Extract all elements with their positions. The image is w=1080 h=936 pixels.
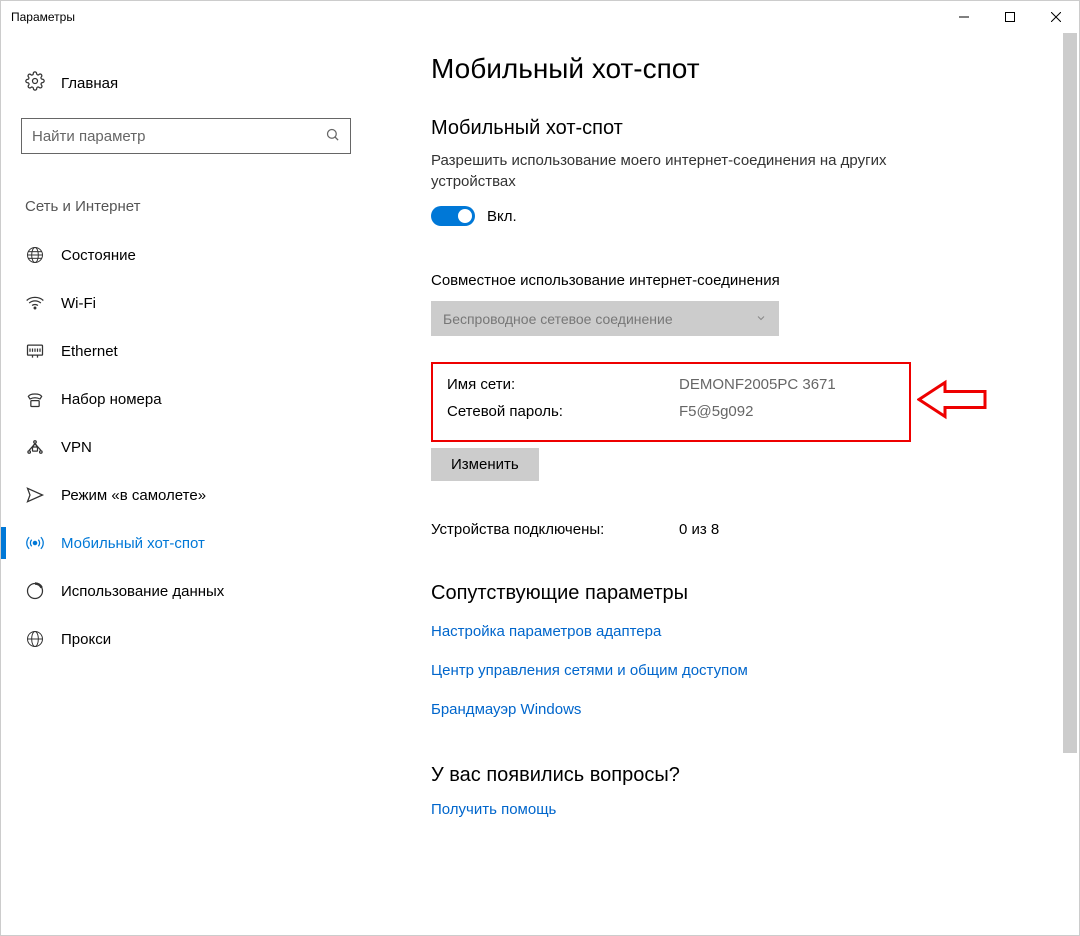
network-pass-value: F5@5g092	[679, 403, 753, 420]
link-adapter-settings[interactable]: Настройка параметров адаптера	[431, 623, 1049, 640]
devices-label: Устройства подключены:	[431, 521, 679, 538]
sidebar-item-hotspot[interactable]: Мобильный хот-спот	[1, 521, 311, 565]
edit-button[interactable]: Изменить	[431, 448, 539, 481]
wifi-icon	[25, 293, 45, 313]
network-name-value: DEMONF2005PC 3671	[679, 376, 836, 393]
ethernet-icon	[25, 341, 45, 361]
connection-dropdown[interactable]: Беспроводное сетевое соединение	[431, 301, 779, 336]
sidebar: Главная Сеть и Интернет Состояние Wi-Fi …	[1, 33, 311, 935]
sidebar-item-vpn[interactable]: VPN	[1, 425, 311, 469]
sidebar-item-label: Режим «в самолете»	[61, 487, 206, 504]
close-icon	[1051, 12, 1061, 22]
minimize-icon	[959, 12, 969, 22]
hotspot-title: Мобильный хот-спот	[431, 117, 1049, 140]
sidebar-item-dialup[interactable]: Набор номера	[1, 377, 311, 421]
maximize-icon	[1005, 12, 1015, 22]
vpn-icon	[25, 437, 45, 457]
minimize-button[interactable]	[941, 1, 987, 33]
related-title: Сопутствующие параметры	[431, 582, 1049, 605]
scrollbar[interactable]	[1063, 33, 1077, 935]
category-label: Сеть и Интернет	[21, 190, 311, 223]
devices-value: 0 из 8	[679, 521, 719, 538]
home-label: Главная	[61, 75, 118, 92]
sidebar-item-label: Мобильный хот-спот	[61, 535, 205, 552]
arrow-annotation	[917, 379, 989, 426]
link-get-help[interactable]: Получить помощь	[431, 801, 1049, 818]
sidebar-item-label: Состояние	[61, 247, 136, 264]
maximize-button[interactable]	[987, 1, 1033, 33]
sidebar-item-label: VPN	[61, 439, 92, 456]
airplane-icon	[25, 485, 45, 505]
sidebar-item-status[interactable]: Состояние	[1, 233, 311, 277]
globe-wire-icon	[25, 245, 45, 265]
devices-row: Устройства подключены: 0 из 8	[431, 521, 1049, 538]
share-label: Совместное использование интернет-соедин…	[431, 272, 1049, 289]
network-pass-label: Сетевой пароль:	[447, 403, 679, 420]
network-info-highlight: Имя сети: DEMONF2005PC 3671 Сетевой паро…	[431, 362, 911, 442]
sidebar-item-label: Прокси	[61, 631, 111, 648]
hotspot-toggle[interactable]	[431, 206, 475, 226]
sidebar-item-airplane[interactable]: Режим «в самолете»	[1, 473, 311, 517]
window-title: Параметры	[11, 10, 75, 24]
sidebar-item-label: Wi-Fi	[61, 295, 96, 312]
globe-net-icon	[25, 629, 45, 649]
sidebar-item-data-usage[interactable]: Использование данных	[1, 569, 311, 613]
toggle-state-label: Вкл.	[487, 208, 517, 225]
window-controls	[941, 1, 1079, 33]
hotspot-toggle-row: Вкл.	[431, 206, 1049, 226]
sidebar-item-label: Использование данных	[61, 583, 224, 600]
close-button[interactable]	[1033, 1, 1079, 33]
link-firewall[interactable]: Брандмауэр Windows	[431, 701, 1049, 718]
chevron-down-icon	[755, 311, 767, 327]
gear-icon	[25, 71, 45, 96]
network-name-row: Имя сети: DEMONF2005PC 3671	[447, 376, 895, 393]
network-pass-row: Сетевой пароль: F5@5g092	[447, 403, 895, 420]
search-input[interactable]	[32, 128, 325, 145]
sidebar-item-proxy[interactable]: Прокси	[1, 617, 311, 661]
window-titlebar: Параметры	[1, 1, 1079, 33]
sidebar-item-label: Набор номера	[61, 391, 162, 408]
main-content: Мобильный хот-спот Мобильный хот-спот Ра…	[311, 33, 1079, 935]
data-usage-icon	[25, 581, 45, 601]
search-box[interactable]	[21, 118, 351, 154]
scrollbar-thumb[interactable]	[1063, 33, 1077, 753]
sidebar-item-label: Ethernet	[61, 343, 118, 360]
hotspot-desc: Разрешить использование моего интернет-с…	[431, 150, 931, 192]
dropdown-value: Беспроводное сетевое соединение	[443, 311, 673, 327]
dial-icon	[25, 389, 45, 409]
network-name-label: Имя сети:	[447, 376, 679, 393]
sidebar-item-ethernet[interactable]: Ethernet	[1, 329, 311, 373]
questions-title: У вас появились вопросы?	[431, 764, 1049, 787]
link-network-center[interactable]: Центр управления сетями и общим доступом	[431, 662, 1049, 679]
page-title: Мобильный хот-спот	[431, 53, 1049, 85]
sidebar-item-wifi[interactable]: Wi-Fi	[1, 281, 311, 325]
home-nav[interactable]: Главная	[21, 63, 311, 104]
hotspot-icon	[25, 533, 45, 553]
